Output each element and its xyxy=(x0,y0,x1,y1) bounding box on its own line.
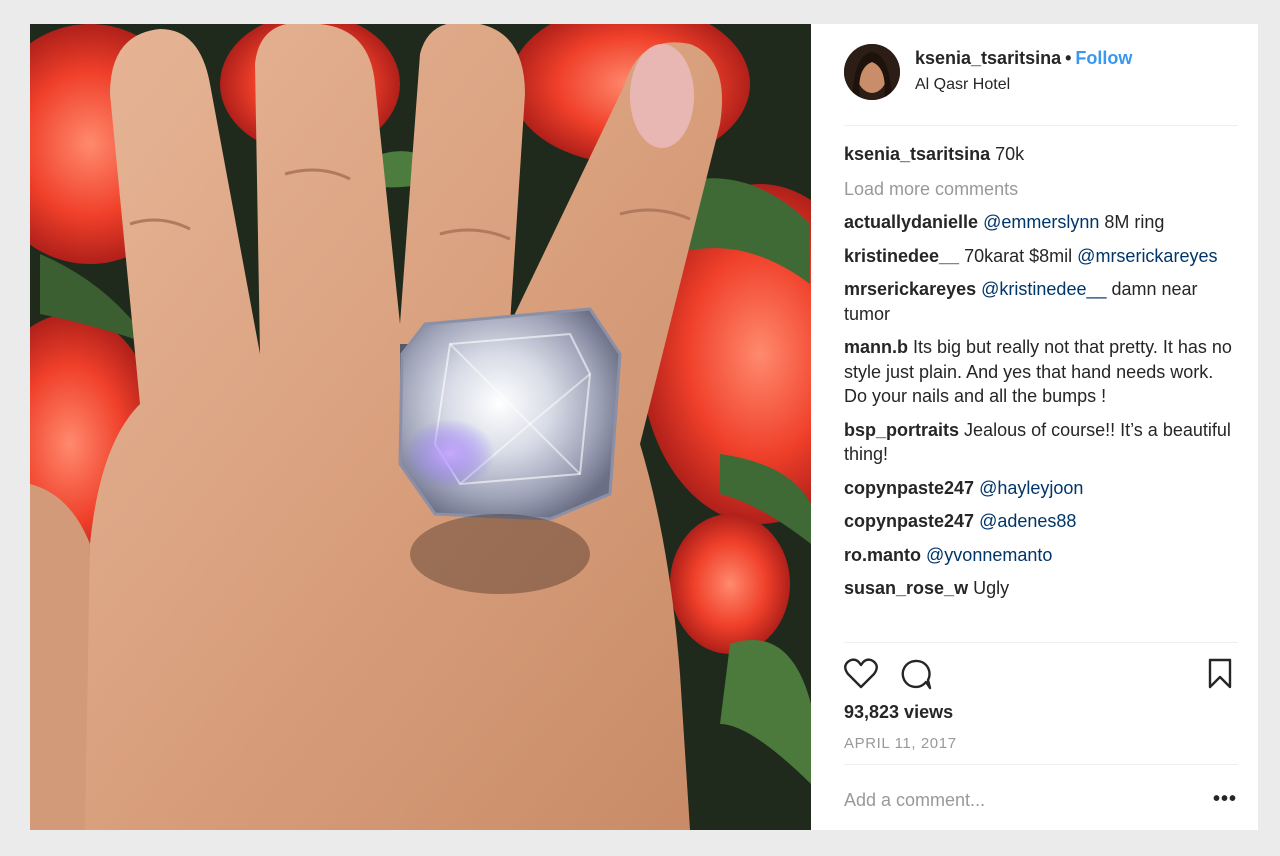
header-line: ksenia_tsaritsina • Follow xyxy=(915,48,1132,69)
post-caption: ksenia_tsaritsina 70k xyxy=(844,142,1238,167)
comment-username[interactable]: bsp_portraits xyxy=(844,420,959,440)
footer-divider xyxy=(844,764,1238,765)
comment-mention[interactable]: @kristinedee__ xyxy=(981,279,1106,299)
post-header: ksenia_tsaritsina • Follow Al Qasr Hotel xyxy=(811,24,1258,126)
comment-item: mrserickareyes @kristinedee__ damn near … xyxy=(844,277,1238,326)
post-sidebar: ksenia_tsaritsina • Follow Al Qasr Hotel k… xyxy=(811,24,1258,830)
comment-item: copynpaste247 @adenes88 xyxy=(844,509,1238,534)
comment-username[interactable]: ro.manto xyxy=(844,545,921,565)
post-location[interactable]: Al Qasr Hotel xyxy=(915,76,1010,94)
comment-username[interactable]: susan_rose_w xyxy=(844,578,968,598)
post-image xyxy=(30,24,811,830)
comment-mention[interactable]: @adenes88 xyxy=(979,511,1076,531)
caption-username[interactable]: ksenia_tsaritsina xyxy=(844,144,990,164)
comments-list[interactable]: ksenia_tsaritsina 70k Load more comments… xyxy=(844,140,1238,642)
comment-item: actuallydanielle @emmerslynn 8M ring xyxy=(844,210,1238,235)
bookmark-icon[interactable] xyxy=(1206,658,1234,695)
comment-item: bsp_portraits Jealous of course!! It’s a… xyxy=(844,418,1238,467)
comment-mention[interactable]: @hayleyjoon xyxy=(979,478,1083,498)
comment-bubble-icon[interactable] xyxy=(899,658,933,695)
follow-button[interactable]: Follow xyxy=(1075,48,1132,68)
heart-icon[interactable] xyxy=(844,658,878,695)
post-card: ksenia_tsaritsina • Follow Al Qasr Hotel k… xyxy=(30,24,1258,830)
comment-username[interactable]: copynpaste247 xyxy=(844,511,974,531)
comment-username[interactable]: mrserickareyes xyxy=(844,279,976,299)
post-video[interactable] xyxy=(30,24,811,830)
more-options-icon[interactable]: ••• xyxy=(1213,788,1237,811)
comment-text: Ugly xyxy=(973,578,1010,598)
post-date: APRIL 11, 2017 xyxy=(844,735,957,752)
action-bar xyxy=(844,656,1238,696)
comment-username[interactable]: mann.b xyxy=(844,337,908,357)
avatar[interactable] xyxy=(844,44,900,100)
comment-text: 70karat $8mil xyxy=(964,245,1073,266)
post-author-username[interactable]: ksenia_tsaritsina xyxy=(915,48,1061,68)
load-more-comments-button[interactable]: Load more comments xyxy=(844,177,1238,202)
add-comment-input[interactable] xyxy=(844,790,1164,811)
separator-dot: • xyxy=(1065,48,1072,68)
comment-username[interactable]: kristinedee__ xyxy=(844,246,959,266)
comment-item: ro.manto @yvonnemanto xyxy=(844,543,1238,568)
comment-username[interactable]: actuallydanielle xyxy=(844,212,978,232)
comment-item: kristinedee__ 70karat $8mil @mrserickare… xyxy=(844,244,1238,269)
comment-mention[interactable]: @emmerslynn xyxy=(983,212,1099,232)
comments-divider xyxy=(844,642,1238,643)
comment-item: mann.b Its big but really not that prett… xyxy=(844,335,1238,409)
caption-text: 70k xyxy=(995,144,1025,164)
comment-item: copynpaste247 @hayleyjoon xyxy=(844,476,1238,501)
comment-mention[interactable]: @mrserickareyes xyxy=(1077,246,1217,266)
view-count[interactable]: 93,823 views xyxy=(844,702,953,723)
comment-username[interactable]: copynpaste247 xyxy=(844,478,974,498)
header-divider xyxy=(844,125,1238,126)
comment-item: susan_rose_w Ugly xyxy=(844,576,1238,601)
comment-text: 8M ring xyxy=(1104,212,1165,232)
comment-mention[interactable]: @yvonnemanto xyxy=(926,545,1052,565)
